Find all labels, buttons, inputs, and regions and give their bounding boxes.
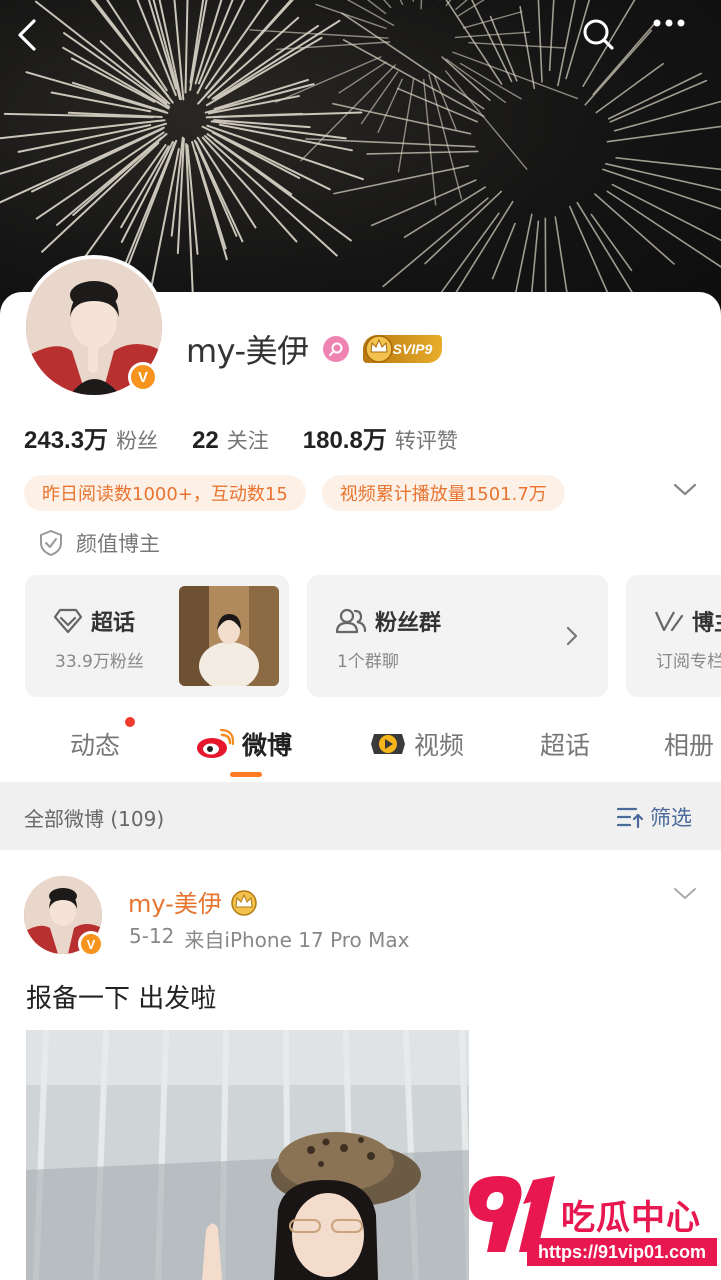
unread-dot xyxy=(125,717,135,727)
expand-button[interactable] xyxy=(672,482,698,502)
active-tab-indicator xyxy=(230,772,262,777)
verified-badge: V xyxy=(128,362,158,392)
chevron-right-icon xyxy=(566,626,578,646)
shield-check-icon xyxy=(40,529,62,557)
tab-weibo[interactable]: 微博 xyxy=(196,726,292,762)
tab-label: 微博 xyxy=(242,731,293,760)
crown-badge-icon xyxy=(231,889,257,916)
stat-following[interactable]: 22 关注 xyxy=(192,425,269,455)
stat-label: 关注 xyxy=(226,429,269,453)
filter-label: 筛选 xyxy=(650,806,692,830)
fans-group-sub: 1个群聊 xyxy=(337,652,399,672)
chaohua-sub: 33.9万粉丝 xyxy=(55,652,144,672)
tab-dynamics[interactable]: 动态 xyxy=(70,726,120,762)
profile-username: my-美伊 xyxy=(186,332,309,370)
tab-chaohua[interactable]: 超话 xyxy=(540,726,590,762)
post-meta: 5-12 来自iPhone 17 Pro Max xyxy=(129,924,410,953)
feature-cards: 超话 33.9万粉丝 粉丝群 1个群聊 博 订阅专栏 xyxy=(25,575,721,697)
profile-tabs: 动态 微博 视频 超话 相册 xyxy=(0,712,721,782)
blogger-title: 博主 xyxy=(692,611,721,636)
search-button[interactable] xyxy=(582,18,626,62)
stat-label: 粉丝 xyxy=(116,429,159,453)
stat-label: 转评赞 xyxy=(394,429,458,453)
post-source: 来自iPhone 17 Pro Max xyxy=(184,928,410,952)
post-author-name: my-美伊 xyxy=(128,890,222,918)
filter-bar: 全部微博 (109) 筛选 xyxy=(0,782,721,850)
tab-label: 超话 xyxy=(540,731,591,760)
stat-value: 22 xyxy=(192,427,219,454)
chaohua-thumbnail xyxy=(179,586,279,686)
female-icon xyxy=(322,336,349,362)
back-arrow-icon xyxy=(18,19,36,51)
site-watermark: 吃瓜中心 https://91vip01.com xyxy=(459,1170,721,1280)
post-menu-button[interactable] xyxy=(672,886,698,906)
profile-stats: 243.3万 粉丝 22 关注 180.8万 转评赞 xyxy=(24,420,492,455)
stat-followers[interactable]: 243.3万 粉丝 xyxy=(24,420,158,455)
post-author[interactable]: my-美伊 xyxy=(128,884,260,919)
video-play-icon xyxy=(371,734,405,754)
filter-button[interactable]: 筛选 xyxy=(616,802,692,832)
group-users-icon xyxy=(335,608,367,634)
svip-label: SVIP9 xyxy=(392,341,433,357)
search-icon xyxy=(583,19,614,50)
fans-group-card[interactable]: 粉丝群 1个群聊 xyxy=(307,575,608,697)
tag-video-plays[interactable]: 视频累计播放量1501.7万 xyxy=(321,475,565,511)
post-text: 报备一下 出发啦 xyxy=(26,984,217,1014)
tab-album[interactable]: 相册 xyxy=(664,726,714,762)
verification-row[interactable]: 颜值博主 xyxy=(38,528,160,558)
weibo-icon xyxy=(197,729,234,758)
post-image[interactable] xyxy=(26,1030,469,1280)
fans-group-title: 粉丝群 xyxy=(375,611,442,636)
watermark-brand: 吃瓜中心 xyxy=(561,1198,701,1238)
chevron-down-icon xyxy=(674,888,696,899)
all-posts-count: 全部微博 (109) xyxy=(24,807,165,831)
svip-badge[interactable]: SVIP9 xyxy=(362,335,443,363)
filter-icon xyxy=(616,807,644,829)
stat-likes[interactable]: 180.8万 转评赞 xyxy=(303,420,458,455)
verified-badge: V xyxy=(78,931,104,957)
profile-name-row: my-美伊 SVIP9 xyxy=(186,326,443,372)
profile-tags: 昨日阅读数1000+，互动数15 视频累计播放量1501.7万 xyxy=(24,475,565,511)
stat-value: 180.8万 xyxy=(302,427,387,454)
stat-value: 243.3万 xyxy=(24,427,109,454)
chaohua-title: 超话 xyxy=(91,611,136,636)
watermark-url: https://91vip01.com xyxy=(527,1238,717,1266)
chaohua-card[interactable]: 超话 33.9万粉丝 xyxy=(25,575,289,697)
chevron-down-icon xyxy=(673,483,697,496)
verification-label: 颜值博主 xyxy=(76,532,160,556)
blogger-sub: 订阅专栏 xyxy=(656,652,721,672)
edit-check-icon xyxy=(654,611,684,632)
more-dots-icon xyxy=(653,19,685,27)
blogger-card[interactable]: 博主 订阅专栏 xyxy=(626,575,721,697)
tab-label: 相册 xyxy=(664,731,715,760)
more-button[interactable] xyxy=(652,18,696,62)
tab-label: 动态 xyxy=(70,731,121,760)
back-button[interactable] xyxy=(12,18,56,62)
post-date: 5-12 xyxy=(129,924,175,948)
tab-label: 视频 xyxy=(414,731,465,760)
tab-video[interactable]: 视频 xyxy=(370,726,464,762)
crown-icon xyxy=(364,335,393,363)
diamond-icon xyxy=(53,608,83,634)
tag-reads[interactable]: 昨日阅读数1000+，互动数15 xyxy=(24,475,306,511)
